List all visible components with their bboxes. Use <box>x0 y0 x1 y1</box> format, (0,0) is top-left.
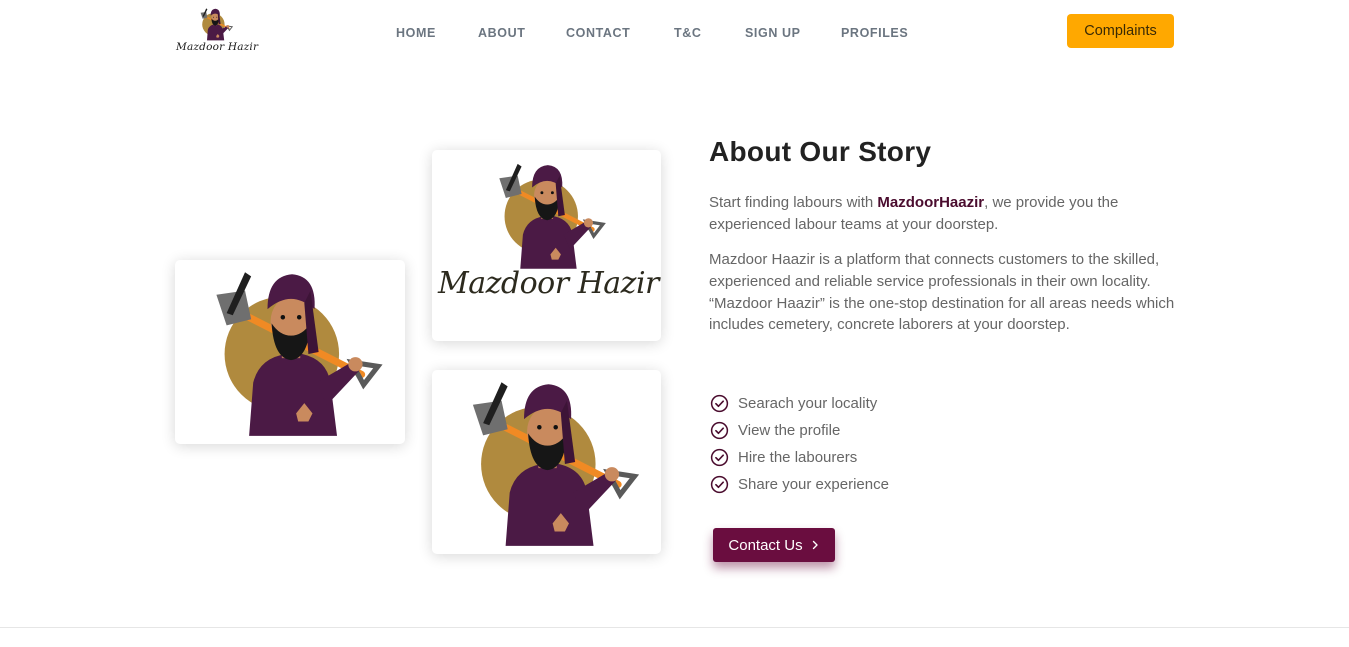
card-brand-text: Mazdoor Hazir <box>438 266 659 301</box>
about-intro: Start finding labours with MazdoorHaazir… <box>709 192 1179 236</box>
labourer-illustration <box>432 156 661 274</box>
check-circle-icon <box>710 421 729 440</box>
check-circle-icon <box>710 394 729 413</box>
feature-label: Share your experience <box>738 476 889 493</box>
contact-us-button[interactable]: Contact Us <box>713 528 835 562</box>
complaints-button[interactable]: Complaints <box>1067 14 1174 48</box>
feature-item: View the profile <box>710 417 889 444</box>
nav-home[interactable]: HOME <box>396 26 436 40</box>
about-description: Mazdoor Haazir is a platform that connec… <box>709 251 1175 334</box>
section-divider <box>0 627 1349 628</box>
site-header: Mazdoor Hazir HOME ABOUT CONTACT T&C SIG… <box>0 0 1349 66</box>
feature-list: Searach your locality View the profile H… <box>710 390 889 498</box>
labourer-card-bottom <box>432 370 661 554</box>
logo-text: Mazdoor Hazir <box>176 41 259 53</box>
labourer-illustration <box>175 260 405 444</box>
feature-item: Share your experience <box>710 471 889 498</box>
check-circle-icon <box>710 448 729 467</box>
intro-text-before: Start finding labours with <box>709 194 878 211</box>
check-circle-icon <box>710 475 729 494</box>
intro-brand-name: MazdoorHaazir <box>877 194 985 211</box>
feature-label: Hire the labourers <box>738 449 858 466</box>
about-title: About Our Story <box>709 136 932 167</box>
feature-label: View the profile <box>738 422 841 439</box>
nav-contact[interactable]: CONTACT <box>566 26 630 40</box>
feature-item: Hire the labourers <box>710 444 889 471</box>
chevron-right-icon <box>812 540 818 550</box>
nav-about[interactable]: ABOUT <box>478 26 525 40</box>
nav-terms[interactable]: T&C <box>674 26 702 40</box>
nav-sign-up[interactable]: SIGN UP <box>745 26 801 40</box>
contact-us-label: Contact Us <box>728 536 803 554</box>
feature-item: Searach your locality <box>710 390 889 417</box>
feature-label: Searach your locality <box>738 395 878 412</box>
labourer-card-left <box>175 260 405 444</box>
nav-profiles[interactable]: PROFILES <box>841 26 908 40</box>
labourer-illustration <box>432 370 661 554</box>
brand-logo-card: Mazdoor Hazir <box>432 150 661 341</box>
